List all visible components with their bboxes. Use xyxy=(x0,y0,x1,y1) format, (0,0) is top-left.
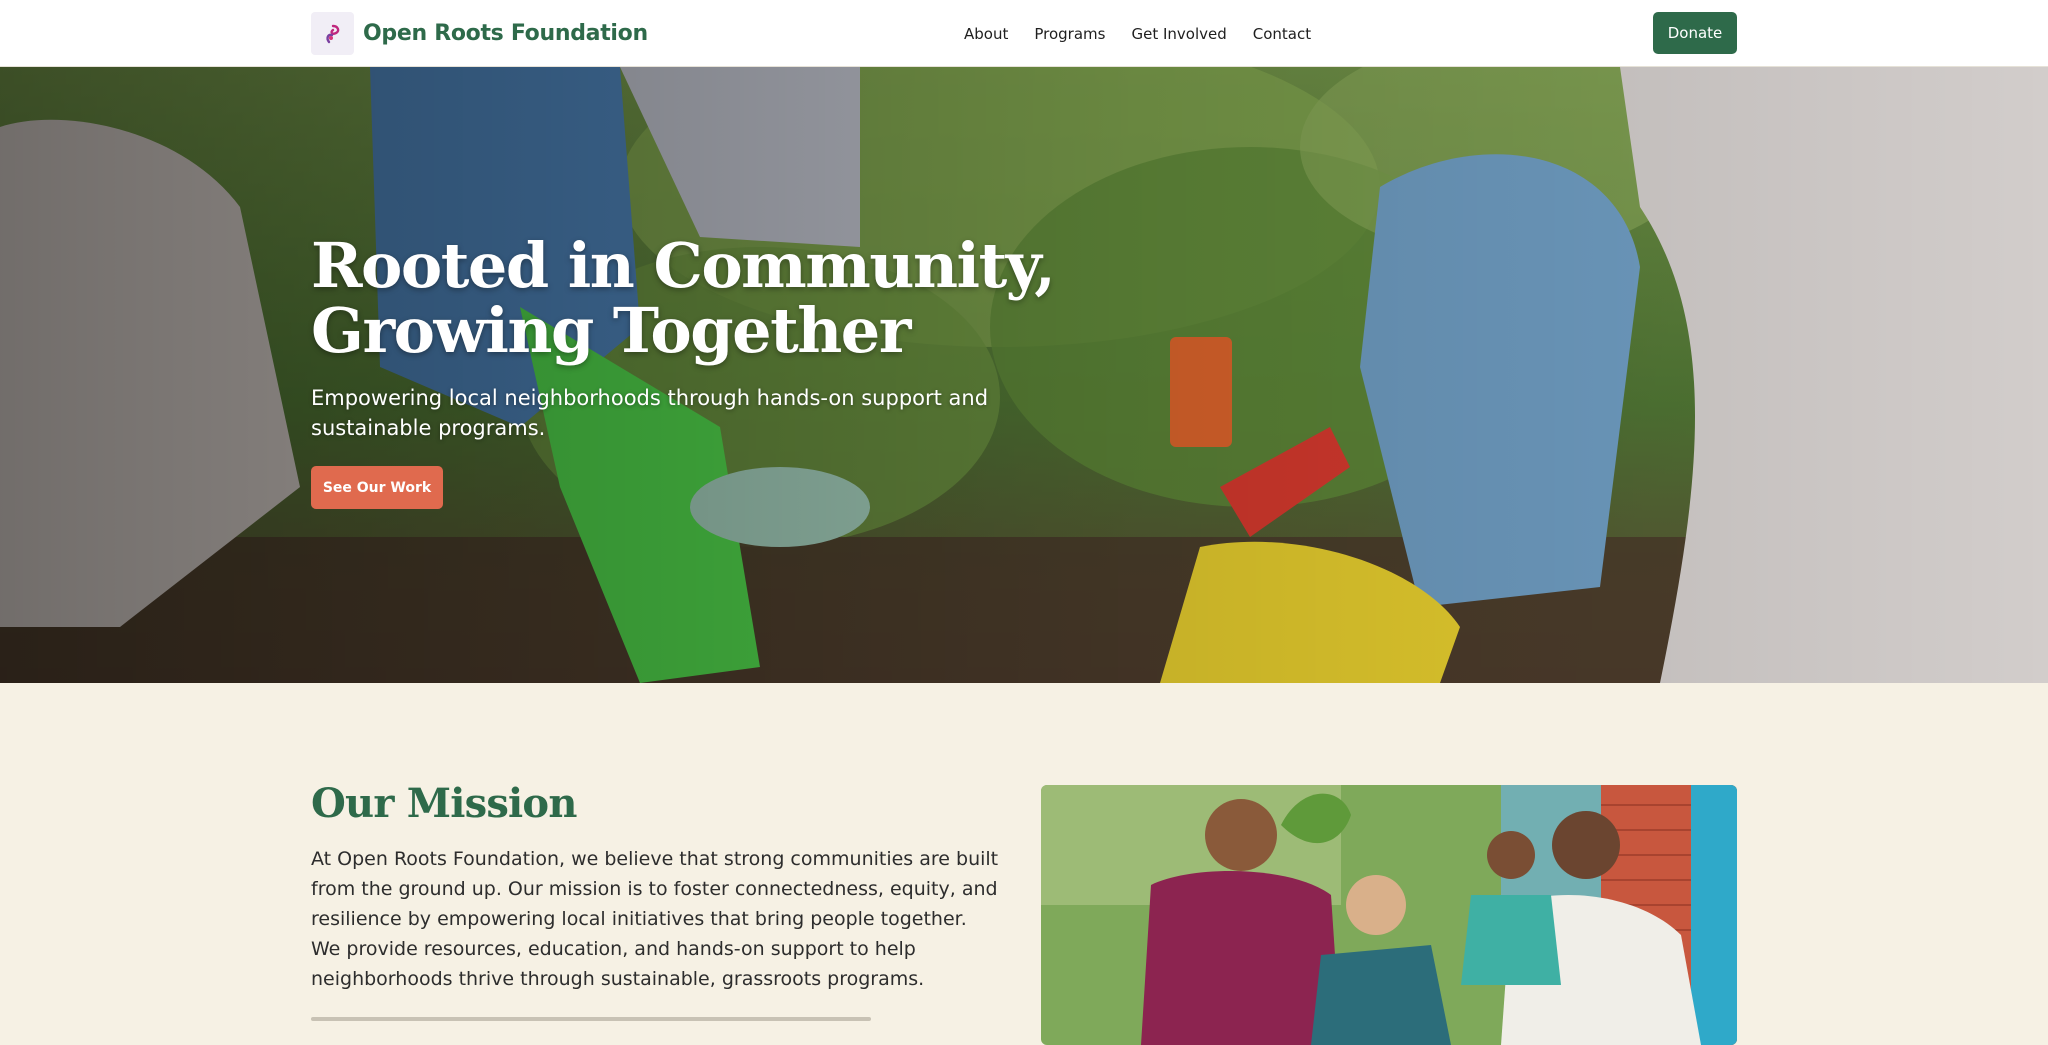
mission-title: Our Mission xyxy=(311,780,577,827)
logo[interactable] xyxy=(311,12,354,55)
see-our-work-button[interactable]: See Our Work xyxy=(311,466,443,509)
donate-button[interactable]: Donate xyxy=(1653,12,1737,54)
swirl-leaf-icon xyxy=(325,24,339,43)
site-header: Open Roots Foundation About Programs Get… xyxy=(0,0,2048,67)
hero-title: Rooted in Community, Growing Together xyxy=(311,233,1211,363)
hero-title-line-2: Growing Together xyxy=(311,294,911,367)
nav-contact[interactable]: Contact xyxy=(1253,25,1311,43)
nav-get-involved[interactable]: Get Involved xyxy=(1131,25,1226,43)
mission-section: Our Mission At Open Roots Foundation, we… xyxy=(0,683,2048,1045)
hero-subtitle: Empowering local neighborhoods through h… xyxy=(311,386,989,440)
mission-paragraph-cutoff xyxy=(311,1009,1001,1029)
nav-about[interactable]: About xyxy=(964,25,1008,43)
hero-title-line-1: Rooted in Community, xyxy=(311,229,1056,302)
hero-content: Rooted in Community, Growing Together Em… xyxy=(311,233,1211,509)
volunteers-photo xyxy=(1041,785,1737,1045)
brand-name[interactable]: Open Roots Foundation xyxy=(363,21,648,46)
header-inner: Open Roots Foundation About Programs Get… xyxy=(311,0,1737,67)
main-nav: About Programs Get Involved Contact xyxy=(964,0,1311,67)
hero-section: Rooted in Community, Growing Together Em… xyxy=(0,67,2048,683)
nav-programs[interactable]: Programs xyxy=(1034,25,1105,43)
mission-photo xyxy=(1041,785,1737,1045)
mission-body: At Open Roots Foundation, we believe tha… xyxy=(311,848,999,990)
